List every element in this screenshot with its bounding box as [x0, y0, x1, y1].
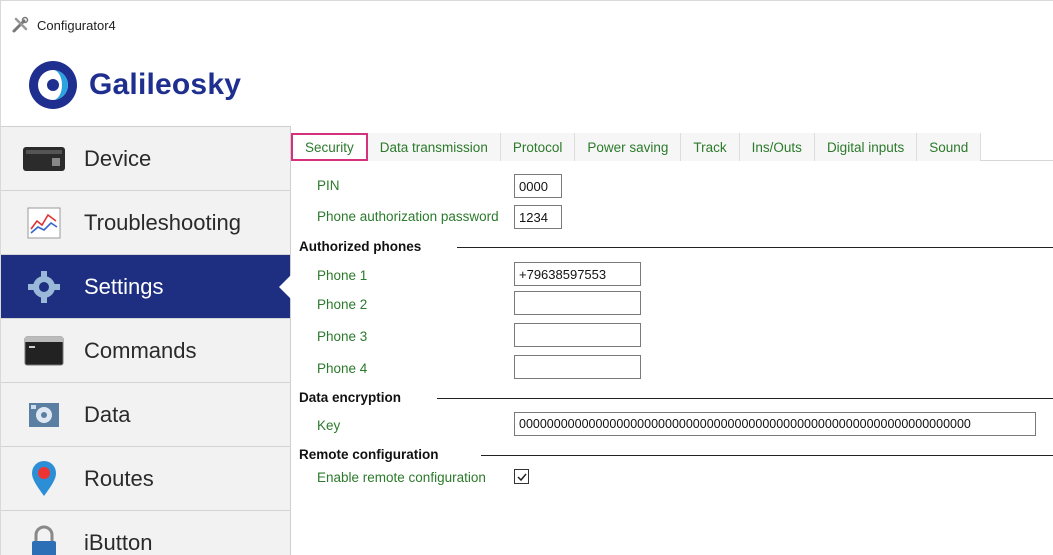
phone-3-label: Phone 3: [317, 329, 368, 344]
sidebar-item-label: Settings: [84, 273, 164, 299]
pin-label: PIN: [317, 178, 340, 193]
terminal-icon: [21, 331, 67, 371]
phone-2-label: Phone 2: [317, 297, 368, 312]
window-title: Configurator4: [37, 17, 116, 33]
phone-1-input[interactable]: [514, 262, 641, 286]
app-window: Configurator4 Galileosky Device Troubles…: [0, 0, 1053, 555]
galileosky-logo-icon: [29, 61, 77, 109]
checkmark-icon: [516, 473, 527, 481]
title-bar: Configurator4: [9, 13, 116, 37]
tab-digital-inputs[interactable]: Digital inputs: [814, 133, 918, 161]
phone-3-input[interactable]: [514, 323, 641, 347]
sidebar-item-data[interactable]: Data: [1, 383, 290, 447]
tab-ins-outs[interactable]: Ins/Outs: [739, 133, 815, 161]
pin-input[interactable]: [514, 174, 562, 198]
sidebar-item-label: Data: [84, 401, 131, 427]
phone-2-input[interactable]: [514, 291, 641, 315]
sidebar-item-device[interactable]: Device: [1, 127, 290, 191]
gear-icon: [21, 267, 67, 307]
tools-icon: [9, 14, 31, 36]
sidebar-item-troubleshooting[interactable]: Troubleshooting: [1, 191, 290, 255]
data-encryption-title: Data encryption: [299, 390, 402, 405]
sidebar-item-label: Commands: [84, 337, 197, 363]
sidebar-item-ibutton[interactable]: iButton: [1, 511, 290, 555]
sidebar-item-label: Routes: [84, 465, 154, 491]
tab-track[interactable]: Track: [681, 133, 740, 161]
active-pointer: [279, 275, 291, 299]
phone-1-label: Phone 1: [317, 268, 368, 283]
device-icon: [21, 139, 67, 179]
encryption-key-input[interactable]: [514, 412, 1036, 436]
sidebar: Device Troubleshooting Settings Commands: [1, 126, 291, 555]
authorized-phones-title: Authorized phones: [299, 239, 422, 254]
tab-bar: Security Data transmission Protocol Powe…: [291, 133, 1053, 161]
tab-power-saving[interactable]: Power saving: [575, 133, 682, 161]
key-label: Key: [317, 418, 341, 433]
enable-remote-config-checkbox[interactable]: [514, 469, 529, 484]
map-pin-icon: [21, 459, 67, 499]
sidebar-item-label: iButton: [84, 529, 153, 555]
tab-security[interactable]: Security: [291, 133, 368, 161]
sidebar-item-settings[interactable]: Settings: [1, 255, 291, 319]
phone-4-label: Phone 4: [317, 361, 368, 376]
phone-auth-password-input[interactable]: [514, 205, 562, 229]
tab-sound[interactable]: Sound: [917, 133, 982, 161]
brand-logo: Galileosky: [27, 59, 241, 111]
tab-data-transmission[interactable]: Data transmission: [367, 133, 501, 161]
section-divider: [457, 247, 1053, 248]
sidebar-item-label: Device: [84, 145, 152, 171]
data-icon: [21, 395, 67, 435]
section-divider: [437, 398, 1053, 399]
settings-panel: Security Data transmission Protocol Powe…: [291, 126, 1053, 555]
brand-name: Galileosky: [89, 68, 242, 101]
tab-protocol[interactable]: Protocol: [500, 133, 576, 161]
sidebar-item-commands[interactable]: Commands: [1, 319, 290, 383]
phone-4-input[interactable]: [514, 355, 641, 379]
remote-configuration-title: Remote configuration: [299, 447, 439, 462]
sidebar-item-label: Troubleshooting: [84, 209, 241, 235]
phone-auth-label: Phone authorization password: [317, 209, 499, 224]
troubleshooting-icon: [21, 203, 67, 243]
enable-remote-config-label: Enable remote configuration: [317, 470, 486, 485]
lock-icon: [21, 523, 67, 555]
sidebar-item-routes[interactable]: Routes: [1, 447, 290, 511]
section-divider: [481, 455, 1053, 456]
